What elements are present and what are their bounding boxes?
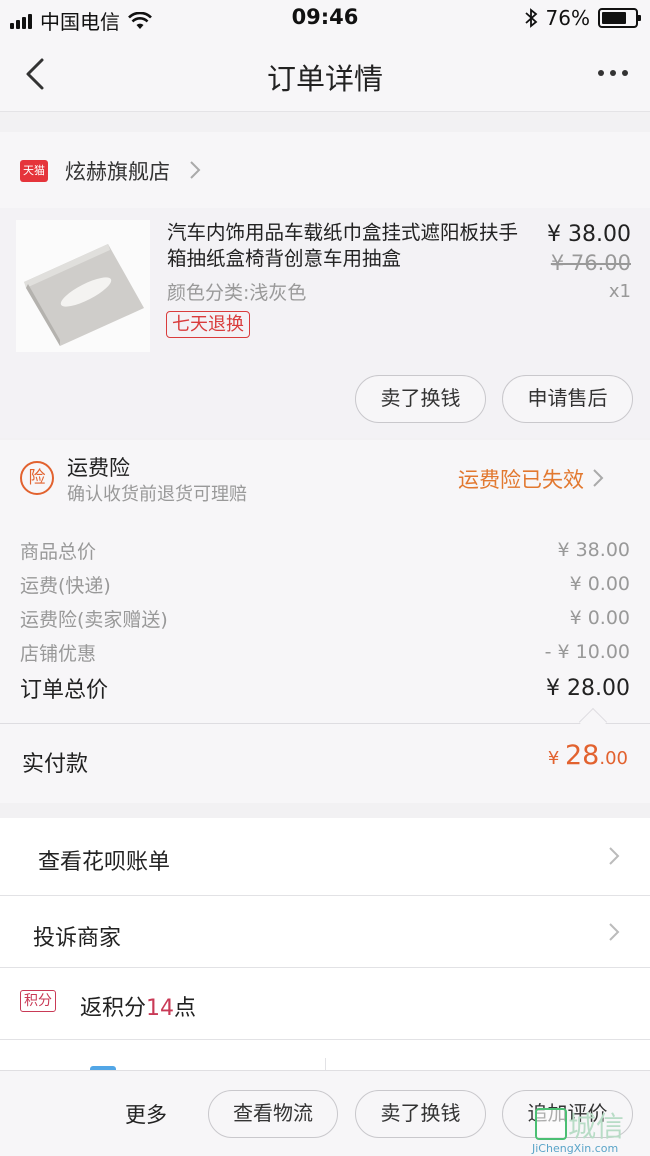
list-row-partial	[0, 1040, 650, 1070]
view-huabei-bill-row[interactable]: 查看花呗账单	[0, 818, 650, 896]
battery-fill	[602, 12, 627, 24]
sell-for-cash-button[interactable]: 卖了换钱	[355, 375, 486, 423]
paid-integer: 28	[565, 740, 600, 771]
amount-paid-value: ¥ 28.00	[548, 740, 628, 771]
chevron-right-icon	[609, 923, 620, 941]
summary-row: 运费(快递) ¥ 0.00	[20, 567, 630, 601]
product-image[interactable]	[16, 220, 150, 352]
summary-value: ¥ 38.00	[557, 539, 630, 561]
points-row: 积分 返积分14点	[0, 968, 650, 1040]
watermark-url: JiChengXin.com	[532, 1142, 619, 1155]
summary-value: - ¥ 10.00	[544, 641, 630, 663]
shipping-insurance-row[interactable]: 险 运费险 确认收货前退货可理赔 运费险已失效	[0, 440, 650, 518]
summary-value: ¥ 0.00	[569, 607, 630, 629]
more-button[interactable]: 更多	[125, 1099, 167, 1129]
order-total-row: 订单总价 ¥ 28.00	[20, 671, 630, 705]
points-value: 14	[146, 996, 175, 1021]
return-policy-tag: 七天退换	[166, 311, 250, 338]
summary-row: 运费险(卖家赠送) ¥ 0.00	[20, 601, 630, 635]
watermark-text: 城信	[568, 1110, 625, 1143]
points-text: 返积分14点	[80, 990, 196, 1022]
points-suffix: 点	[174, 996, 197, 1021]
points-prefix: 返积分	[80, 996, 147, 1021]
watermark-logo-icon	[535, 1108, 567, 1140]
tmall-badge: 天猫	[20, 160, 48, 182]
product-price: ¥ 38.00	[547, 222, 631, 247]
product-quantity: x1	[608, 281, 631, 302]
insurance-status[interactable]: 运费险已失效	[458, 464, 584, 494]
nav-bar: 订单详情	[0, 36, 650, 112]
status-right: 76%	[524, 6, 641, 30]
summary-value: ¥ 0.00	[569, 573, 630, 595]
sell-for-cash-bottom-button[interactable]: 卖了换钱	[355, 1090, 486, 1138]
product-original-price: ¥ 76.00	[550, 251, 631, 275]
divider	[325, 1058, 326, 1070]
summary-row: 商品总价 ¥ 38.00	[20, 533, 630, 567]
summary-label: 商品总价	[20, 540, 97, 563]
page-title: 订单详情	[266, 62, 383, 96]
bluetooth-icon	[524, 8, 537, 28]
insurance-icon: 险	[20, 461, 54, 495]
complain-merchant-label[interactable]: 投诉商家	[33, 920, 121, 952]
summary-label: 运费险(卖家赠送)	[20, 608, 168, 631]
chevron-right-icon	[593, 469, 604, 487]
price-summary: 商品总价 ¥ 38.00 运费(快递) ¥ 0.00 运费险(卖家赠送) ¥ 0…	[0, 518, 650, 723]
product-variant: 颜色分类:浅灰色	[167, 282, 307, 304]
insurance-title: 运费险	[67, 456, 130, 480]
product-card[interactable]: 汽车内饰用品车载纸巾盒挂式遮阳板扶手箱抽纸盒椅背创意车用抽盒 颜色分类:浅灰色 …	[0, 208, 650, 438]
chevron-right-icon	[190, 161, 201, 179]
tissue-box-image	[16, 220, 150, 352]
store-row[interactable]: 天猫 炫赫旗舰店	[0, 132, 650, 208]
store-name[interactable]: 炫赫旗舰店	[65, 156, 170, 186]
product-title[interactable]: 汽车内饰用品车载纸巾盒挂式遮阳板扶手箱抽纸盒椅背创意车用抽盒	[167, 220, 532, 272]
amount-paid-label: 实付款	[22, 752, 89, 777]
chevron-right-icon	[609, 847, 620, 865]
insurance-subtitle: 确认收货前退货可理赔	[67, 484, 247, 505]
view-logistics-button[interactable]: 查看物流	[208, 1090, 338, 1138]
request-after-sales-button[interactable]: 申请售后	[502, 375, 633, 423]
summary-label: 店铺优惠	[20, 642, 97, 665]
view-huabei-bill-label[interactable]: 查看花呗账单	[38, 844, 170, 876]
battery-percent: 76%	[545, 6, 590, 30]
paid-decimal: .00	[599, 748, 628, 769]
points-badge: 积分	[20, 990, 56, 1012]
order-total-label: 订单总价	[20, 678, 109, 703]
more-options-icon[interactable]	[598, 70, 628, 76]
summary-row: 店铺优惠 - ¥ 10.00	[20, 635, 630, 669]
summary-label: 运费(快递)	[20, 574, 111, 597]
battery-icon	[598, 8, 641, 28]
status-bar: 中国电信 09:46 76%	[0, 0, 650, 36]
watermark: 城信 JiChengXin.com	[530, 1103, 650, 1156]
paid-currency: ¥	[547, 748, 560, 769]
amount-paid-row: 实付款 ¥ 28.00	[0, 723, 650, 803]
order-total-value: ¥ 28.00	[546, 675, 630, 701]
complain-merchant-row[interactable]: 投诉商家	[0, 896, 650, 968]
